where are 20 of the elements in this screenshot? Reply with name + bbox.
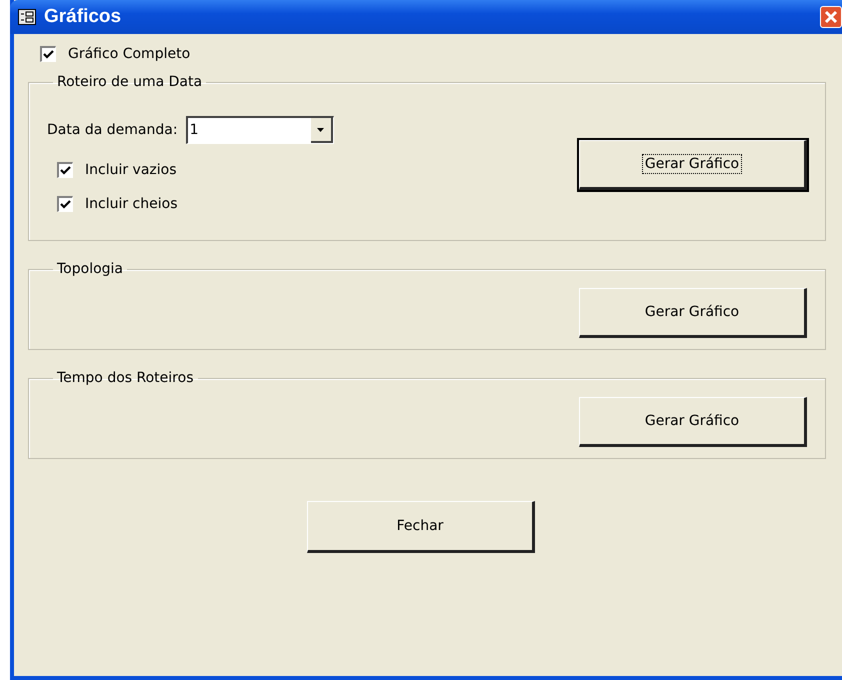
checkbox[interactable] (57, 196, 73, 212)
form-icon (18, 9, 36, 25)
close-dialog-button[interactable]: Fechar (307, 501, 535, 553)
generate-chart-button[interactable]: Gerar Gráfico (579, 288, 807, 338)
group-title: Tempo dos Roteiros (56, 370, 194, 386)
field-label: Data da demanda: (47, 122, 178, 138)
checkbox[interactable] (40, 46, 56, 62)
checkbox-label: Incluir cheios (85, 196, 178, 212)
close-icon (824, 10, 838, 24)
close-button[interactable] (820, 6, 842, 28)
dropdown-arrow-icon (317, 128, 324, 132)
window-title: Gráficos (44, 6, 122, 28)
generate-chart-button[interactable]: Gerar Gráfico (579, 140, 807, 190)
group-title: Roteiro de uma Data (56, 74, 204, 90)
date-dropdown[interactable]: 1 (186, 116, 334, 144)
group-title: Topologia (56, 261, 124, 277)
checkbox-label: Incluir vazios (85, 162, 177, 178)
checkbox-label: Gráfico Completo (68, 46, 190, 62)
checkbox[interactable] (57, 162, 73, 178)
generate-chart-button[interactable]: Gerar Gráfico (579, 397, 807, 447)
